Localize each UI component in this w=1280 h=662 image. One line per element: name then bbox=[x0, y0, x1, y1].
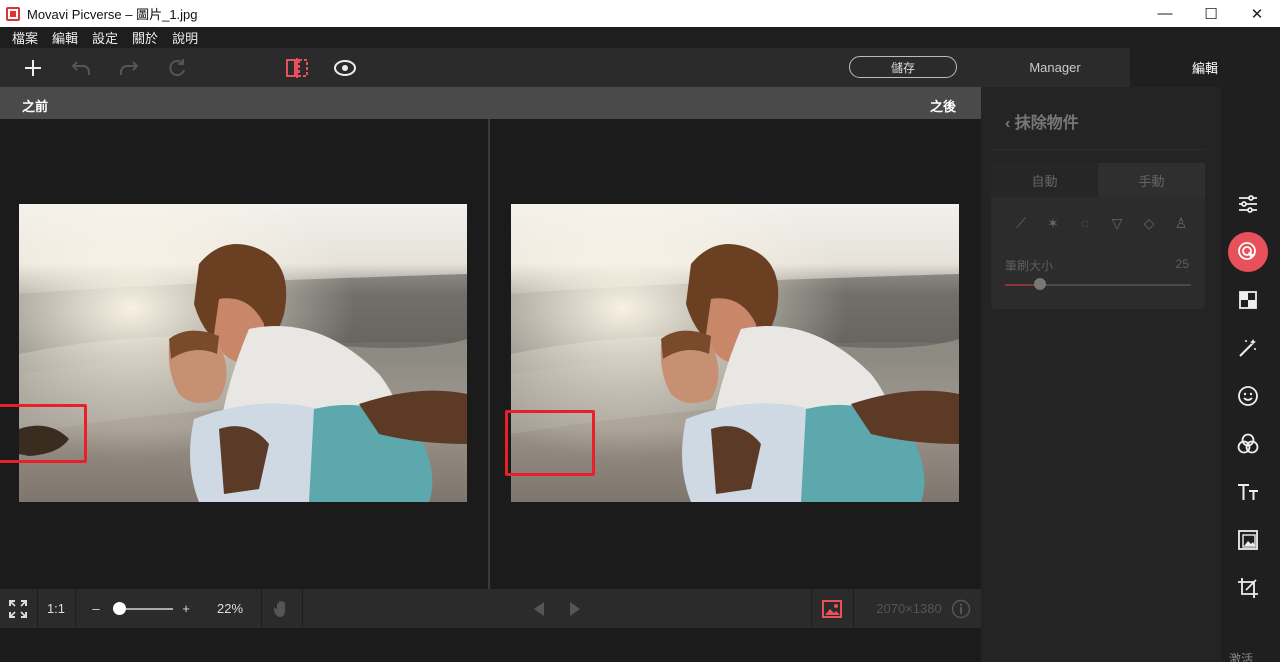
panel-back-title[interactable]: ‹ 抹除物件 bbox=[1005, 109, 1079, 133]
tab-edit[interactable]: 編輯 bbox=[1130, 48, 1280, 87]
brush-size-label: 筆刷大小 bbox=[1005, 259, 1054, 273]
menu-settings[interactable]: 設定 bbox=[92, 28, 118, 47]
zoom-out-button[interactable]: – bbox=[86, 589, 106, 628]
tab-manual[interactable]: 手動 bbox=[1098, 163, 1205, 197]
erase-options: 自動 手動 ⟋ ✶ ◌ ▽ ◇ ♙ 筆刷大小 25 bbox=[991, 163, 1205, 309]
panel-title: 抹除物件 bbox=[1014, 115, 1079, 132]
status-area bbox=[0, 628, 981, 662]
title-bar: Movavi Picverse – 圖片_1.jpg — ☐ ✕ bbox=[0, 0, 1280, 27]
background-icon[interactable] bbox=[1228, 280, 1268, 320]
filters-icon[interactable] bbox=[1228, 424, 1268, 464]
next-icon[interactable] bbox=[563, 589, 587, 628]
lasso-icon[interactable]: ◌ bbox=[1069, 215, 1101, 232]
prev-icon[interactable] bbox=[527, 589, 551, 628]
chevron-left-icon: ‹ bbox=[1005, 115, 1011, 132]
zoom-in-button[interactable]: + bbox=[176, 589, 196, 628]
watermark-icon[interactable] bbox=[1228, 520, 1268, 560]
panel-divider bbox=[991, 149, 1205, 150]
fit-screen-icon[interactable] bbox=[0, 589, 36, 628]
app-icon bbox=[6, 6, 20, 21]
removed-object-highlight bbox=[0, 404, 87, 463]
after-label: 之後 bbox=[930, 99, 957, 114]
compare-divider[interactable] bbox=[488, 119, 490, 589]
eraser-icon[interactable]: ◇ bbox=[1133, 215, 1165, 232]
polygon-lasso-icon[interactable]: ▽ bbox=[1101, 215, 1133, 232]
menu-edit[interactable]: 編輯 bbox=[52, 28, 78, 47]
maximize-button[interactable]: ☐ bbox=[1188, 0, 1234, 27]
adjustments-icon[interactable] bbox=[1228, 184, 1268, 224]
window-controls: — ☐ ✕ bbox=[1142, 0, 1280, 27]
eye-icon[interactable] bbox=[332, 55, 358, 81]
crop-icon[interactable] bbox=[1228, 568, 1268, 608]
brush-icon[interactable]: ⟋ bbox=[1005, 215, 1037, 232]
tool-panel: ‹ 抹除物件 自動 手動 ⟋ ✶ ◌ ▽ ◇ ♙ 筆刷大小 25 bbox=[981, 87, 1221, 662]
split-view-icon[interactable] bbox=[284, 55, 310, 81]
image-dimensions: 2070×1380 bbox=[876, 601, 942, 616]
before-label: 之前 bbox=[22, 99, 49, 114]
plus-icon[interactable] bbox=[20, 55, 46, 81]
actual-size-button[interactable]: 1:1 bbox=[38, 589, 74, 628]
menu-file[interactable]: 檔案 bbox=[12, 28, 38, 47]
tools-sidebar: 激活 bbox=[1221, 87, 1280, 662]
undo-icon[interactable] bbox=[68, 55, 94, 81]
compare-header: 之前 之後 bbox=[0, 87, 981, 119]
save-button[interactable]: 儲存 bbox=[849, 56, 957, 78]
face-icon[interactable] bbox=[1228, 376, 1268, 416]
close-button[interactable]: ✕ bbox=[1234, 0, 1280, 27]
bottom-bar: 1:1 – + 22% 2070×1380 bbox=[0, 589, 981, 628]
zoom-slider-knob[interactable] bbox=[113, 602, 126, 615]
main-toolbar: 儲存 Manager 編輯 bbox=[0, 48, 1280, 87]
activate-label[interactable]: 激活 bbox=[1229, 650, 1253, 662]
window-title: Movavi Picverse – 圖片_1.jpg bbox=[27, 7, 198, 22]
menu-bar: 檔案 編輯 設定 關於 說明 bbox=[0, 27, 1280, 48]
hand-icon[interactable] bbox=[264, 589, 300, 628]
object-eraser-icon[interactable] bbox=[1228, 232, 1268, 272]
tab-manager[interactable]: Manager bbox=[980, 48, 1130, 87]
text-icon[interactable] bbox=[1228, 472, 1268, 512]
tab-auto[interactable]: 自動 bbox=[991, 163, 1098, 197]
stamp-icon[interactable]: ♙ bbox=[1165, 215, 1197, 232]
zoom-value: 22% bbox=[216, 601, 244, 616]
redo-icon[interactable] bbox=[116, 55, 142, 81]
retouch-icon[interactable] bbox=[1228, 328, 1268, 368]
erased-area-highlight bbox=[505, 410, 595, 476]
menu-help[interactable]: 說明 bbox=[172, 28, 198, 47]
info-icon[interactable] bbox=[950, 589, 972, 628]
magic-wand-icon[interactable]: ✶ bbox=[1037, 215, 1069, 232]
reset-icon[interactable] bbox=[164, 55, 190, 81]
brush-size-knob[interactable] bbox=[1034, 278, 1046, 290]
menu-about[interactable]: 關於 bbox=[132, 28, 158, 47]
erase-tools: ⟋ ✶ ◌ ▽ ◇ ♙ bbox=[1005, 215, 1197, 232]
minimize-button[interactable]: — bbox=[1142, 0, 1188, 27]
brush-size-value: 25 bbox=[1175, 257, 1189, 271]
image-icon[interactable] bbox=[812, 589, 852, 628]
